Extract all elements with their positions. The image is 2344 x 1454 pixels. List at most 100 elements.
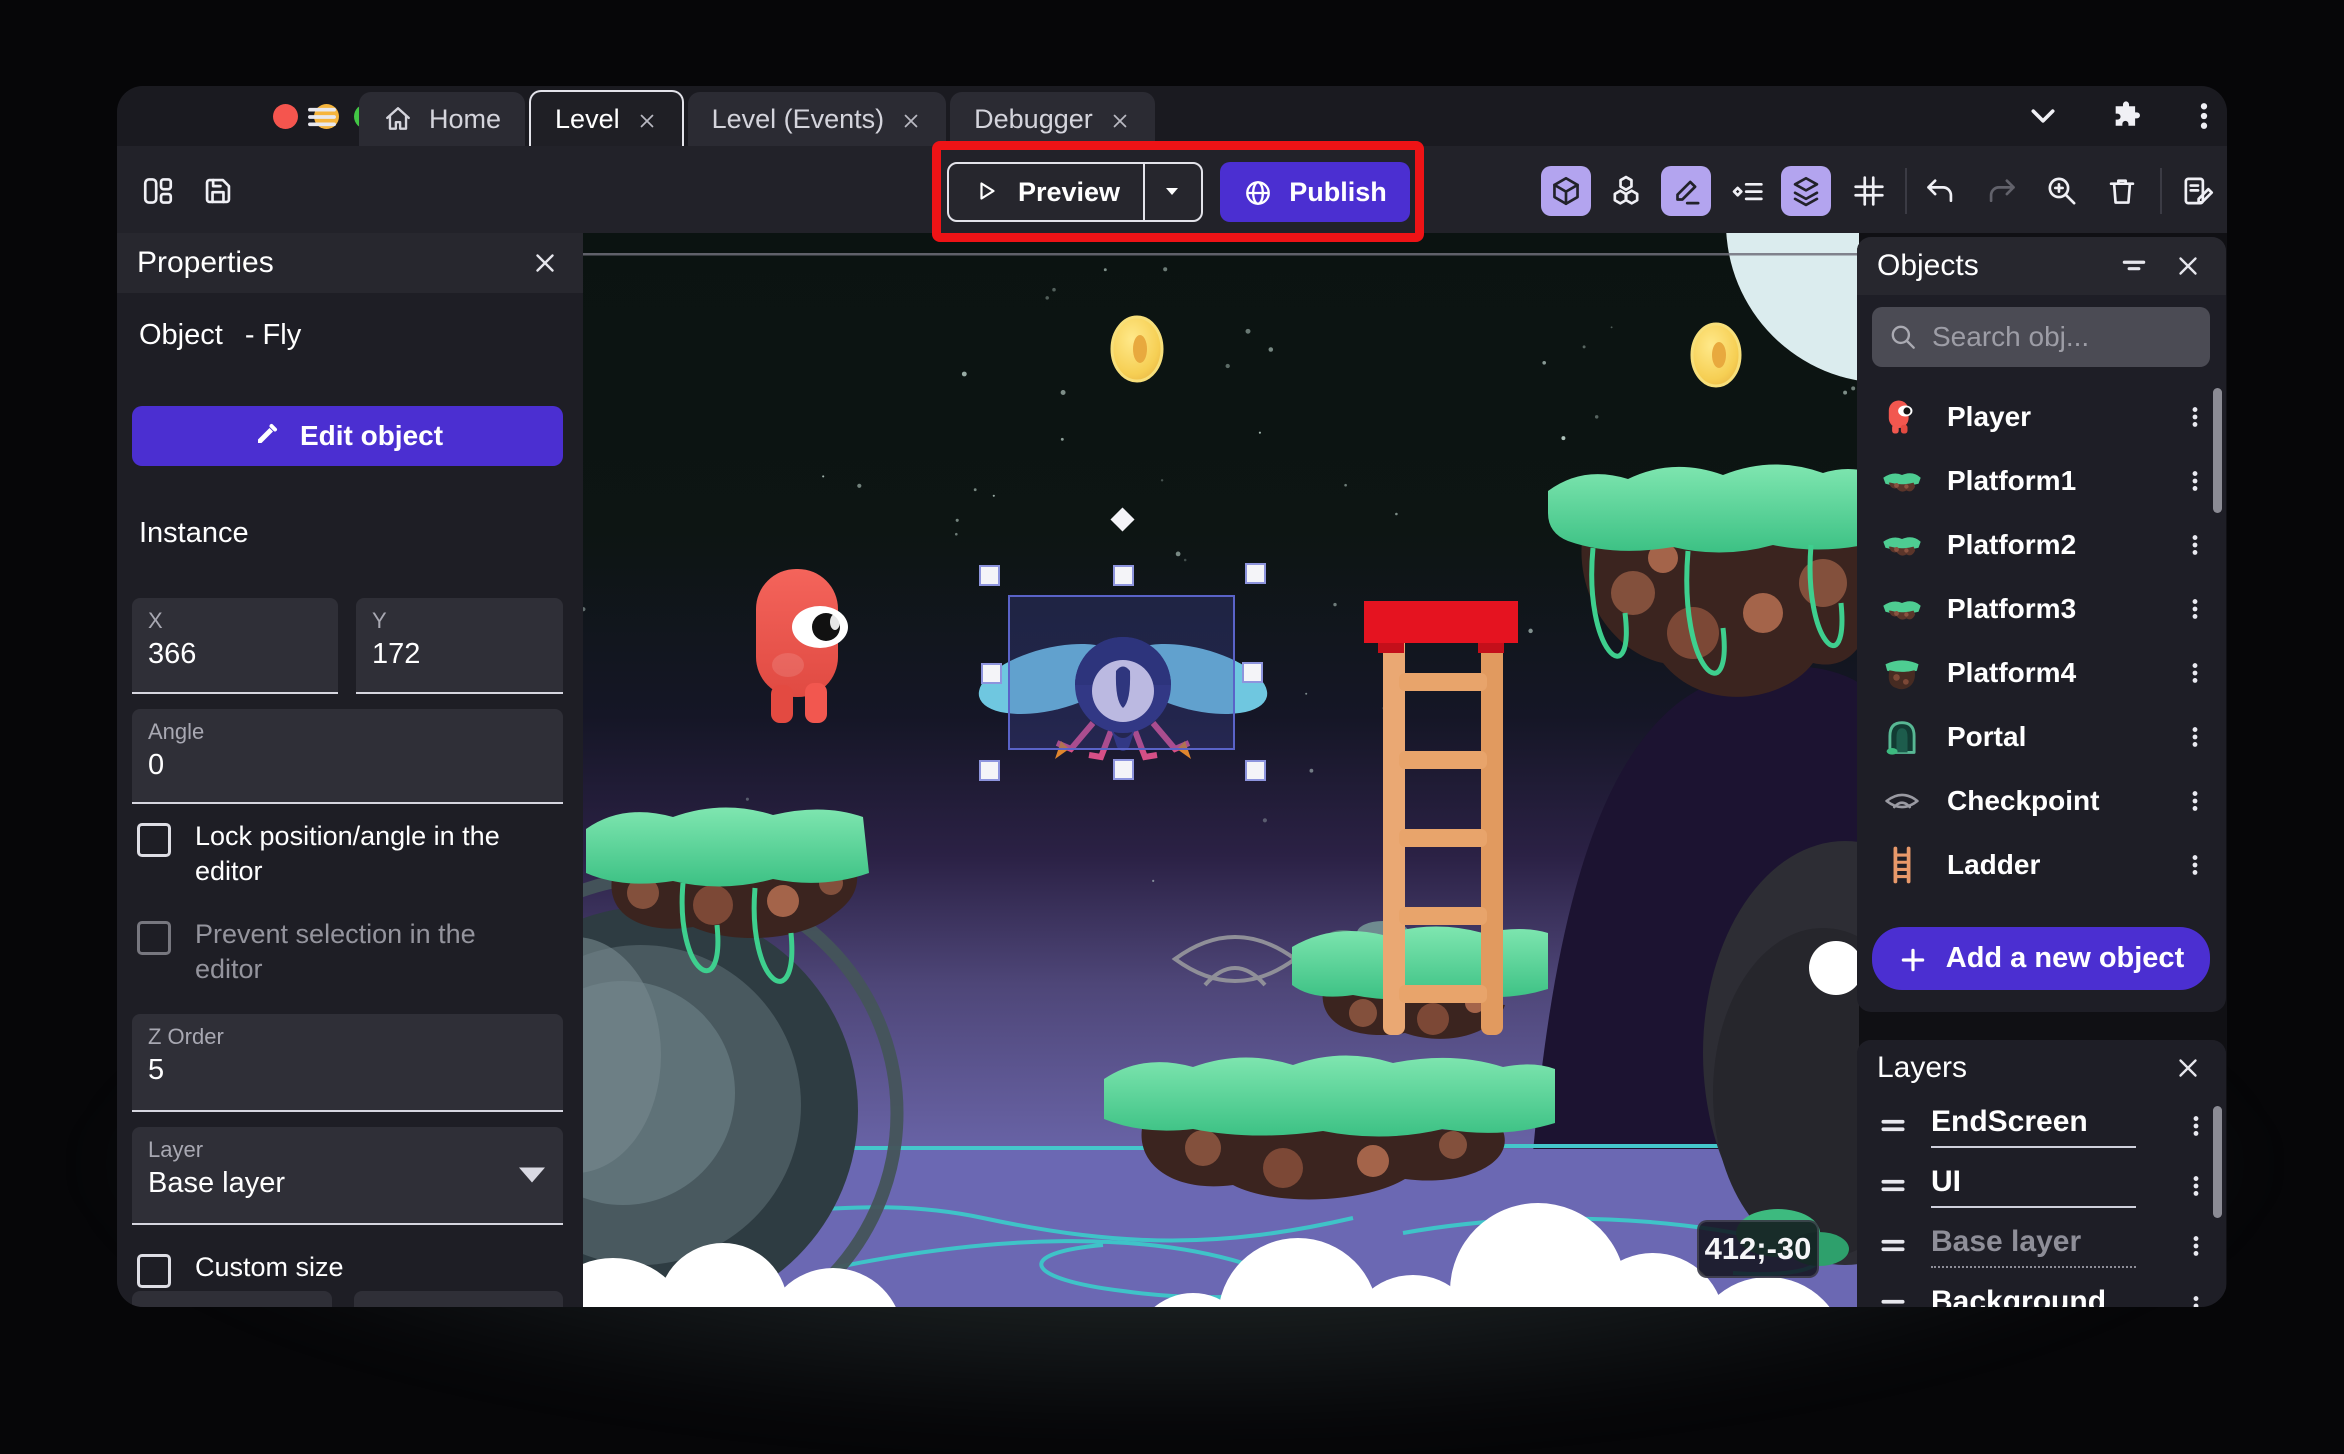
platform-icon [1879,586,1925,632]
object-row-platform4[interactable]: Platform4 [1857,641,2226,705]
tab-home[interactable]: Home [359,92,526,146]
resize-handle-mid-left[interactable] [981,663,1002,684]
resize-handle-bottom-center[interactable] [1113,759,1134,780]
object-heading-label: Object [139,319,223,351]
y-field-input[interactable] [372,638,547,671]
zoom-in-icon[interactable] [2037,166,2087,216]
resize-handle-top-right[interactable] [1245,563,1266,584]
object-row-platform1[interactable]: Platform1 [1857,449,2226,513]
layer-row-ui[interactable]: UI [1857,1156,2226,1216]
kebab-icon[interactable] [2178,589,2212,629]
layer-row-base-layer[interactable]: Base layer [1857,1216,2226,1276]
trash-icon[interactable] [2097,166,2147,216]
tab-debugger[interactable]: Debugger [950,92,1155,146]
kebab-icon[interactable] [2178,781,2212,821]
custom-size-checkbox-row[interactable]: Custom size [137,1250,344,1288]
drag-handle-icon[interactable] [1875,1291,1911,1307]
chevron-down-icon[interactable] [2021,94,2065,138]
prevent-selection-checkbox-row[interactable]: Prevent selection in the editor [137,917,525,987]
lock-position-label: Lock position/angle in the editor [195,821,500,887]
instances-list-icon[interactable] [1723,166,1773,216]
grid-icon[interactable] [1844,166,1894,216]
layers-scrollbar[interactable] [2213,1106,2222,1218]
preview-dropdown-button[interactable] [1143,164,1201,220]
objects-scrollbar[interactable] [2213,388,2222,513]
resize-handle-mid-right[interactable] [1242,662,1263,683]
search-icon [1888,322,1918,352]
object-search[interactable] [1872,307,2210,367]
x-field[interactable]: X [132,598,338,694]
kebab-icon[interactable] [2178,653,2212,693]
kebab-icon[interactable] [2178,525,2212,565]
tab-level[interactable]: Level [529,90,684,146]
add-new-object-button[interactable]: Add a new object [1872,927,2210,990]
object-row-checkpoint[interactable]: Checkpoint [1857,769,2226,833]
kebab-icon[interactable] [2178,845,2212,885]
publish-button[interactable]: Publish [1220,162,1410,222]
kebab-icon[interactable] [2180,1166,2212,1206]
kebab-icon[interactable] [2182,94,2226,138]
close-icon[interactable] [2170,248,2206,284]
angle-field-input[interactable] [148,749,547,782]
object-row-player[interactable]: Player [1857,385,2226,449]
kebab-icon[interactable] [2178,397,2212,437]
kebab-icon[interactable] [2178,461,2212,501]
main-menu-icon[interactable] [305,100,345,140]
close-icon[interactable] [2170,1050,2206,1086]
macos-close-button[interactable] [273,104,298,129]
z-order-field-input[interactable] [148,1054,547,1087]
kebab-icon[interactable] [2180,1286,2212,1307]
kebab-icon[interactable] [2180,1226,2212,1266]
object-row-portal[interactable]: Portal [1857,705,2226,769]
add-new-object-label: Add a new object [1945,942,2185,974]
scene-canvas[interactable]: 412;-30 [583,233,1859,1307]
edit-object-button[interactable]: Edit object [132,406,563,466]
objects-cubes-icon[interactable] [1601,166,1651,216]
resize-handle-bottom-right[interactable] [1245,760,1266,781]
filter-icon[interactable] [2116,248,2152,284]
close-icon[interactable] [527,245,563,281]
prevent-selection-checkbox[interactable] [137,921,171,955]
tab-level-events[interactable]: Level (Events) [687,92,947,146]
resize-handle-top-left[interactable] [979,565,1000,586]
scene-notes-icon[interactable] [2173,166,2223,216]
lock-position-checkbox[interactable] [137,823,171,857]
kebab-icon[interactable] [2180,1106,2212,1146]
gdevelop-window: Home Level Level (Events) Debugger Preview … [117,86,2227,1307]
y-field[interactable]: Y [356,598,563,694]
layer-row-background[interactable]: Background [1857,1276,2226,1307]
object-search-input[interactable] [1932,321,2194,353]
close-icon[interactable] [636,108,658,130]
panel-layout-icon[interactable] [133,166,183,216]
object-heading: Object - Fly [139,319,301,352]
drag-handle-icon[interactable] [1875,1231,1911,1261]
object-row-platform3[interactable]: Platform3 [1857,577,2226,641]
undo-icon[interactable] [1915,166,1965,216]
preview-button[interactable]: Preview [947,162,1203,222]
layers-panel-header: Layers [1857,1040,2226,1096]
edit-pencil-icon[interactable] [1661,166,1711,216]
resize-handle-top-center[interactable] [1113,565,1134,586]
close-icon[interactable] [1109,108,1131,130]
x-field-input[interactable] [148,638,322,671]
puzzle-icon[interactable] [2104,94,2148,138]
angle-field[interactable]: Angle [132,709,563,804]
drag-handle-icon[interactable] [1875,1171,1911,1201]
layer-select[interactable]: Layer Base layer [132,1127,563,1225]
object-row-platform2[interactable]: Platform2 [1857,513,2226,577]
lock-position-checkbox-row[interactable]: Lock position/angle in the editor [137,819,525,889]
instance-selection-rect[interactable] [1008,595,1235,750]
kebab-icon[interactable] [2178,717,2212,757]
resize-handle-bottom-left[interactable] [979,760,1000,781]
layers-icon[interactable] [1781,166,1831,216]
z-order-field[interactable]: Z Order [132,1014,563,1112]
close-icon[interactable] [900,108,922,130]
layer-row-endscreen[interactable]: EndScreen [1857,1096,2226,1156]
object-row-ladder[interactable]: Ladder [1857,833,2226,897]
custom-size-checkbox[interactable] [137,1254,171,1288]
save-icon[interactable] [193,166,243,216]
cube-3d-icon[interactable] [1541,166,1591,216]
drag-handle-icon[interactable] [1875,1111,1911,1141]
preview-label: Preview [1017,176,1121,207]
redo-icon[interactable] [1977,166,2027,216]
